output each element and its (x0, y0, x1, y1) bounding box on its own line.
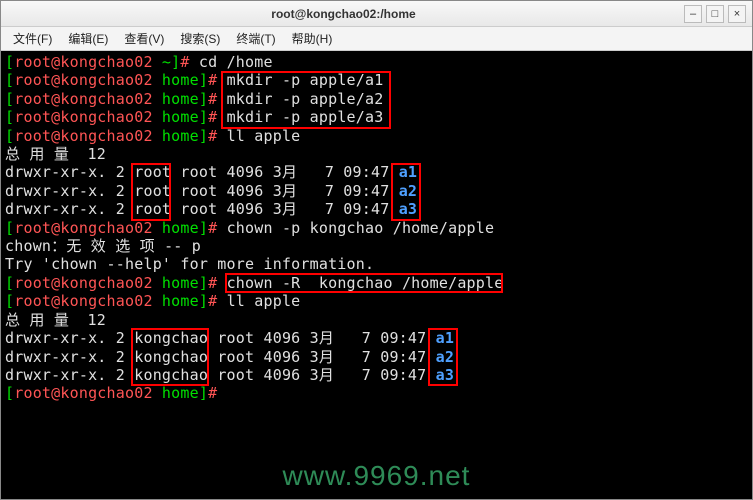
titlebar[interactable]: root@kongchao02:/home – □ × (1, 1, 752, 27)
menu-help[interactable]: 帮助(H) (284, 28, 341, 49)
menu-search[interactable]: 搜索(S) (172, 28, 228, 49)
menu-file[interactable]: 文件(F) (5, 28, 60, 49)
window-title: root@kongchao02:/home (7, 7, 680, 21)
menu-view[interactable]: 查看(V) (116, 28, 172, 49)
watermark: www.9969.net (1, 467, 752, 485)
menubar: 文件(F) 编辑(E) 查看(V) 搜索(S) 终端(T) 帮助(H) (1, 27, 752, 51)
minimize-button[interactable]: – (684, 5, 702, 23)
menu-terminal[interactable]: 终端(T) (228, 28, 283, 49)
terminal-window: root@kongchao02:/home – □ × 文件(F) 编辑(E) … (0, 0, 753, 500)
terminal-output[interactable]: [root@kongchao02 ~]# cd /home [root@kong… (1, 51, 752, 499)
maximize-button[interactable]: □ (706, 5, 724, 23)
menu-edit[interactable]: 编辑(E) (60, 28, 116, 49)
close-button[interactable]: × (728, 5, 746, 23)
